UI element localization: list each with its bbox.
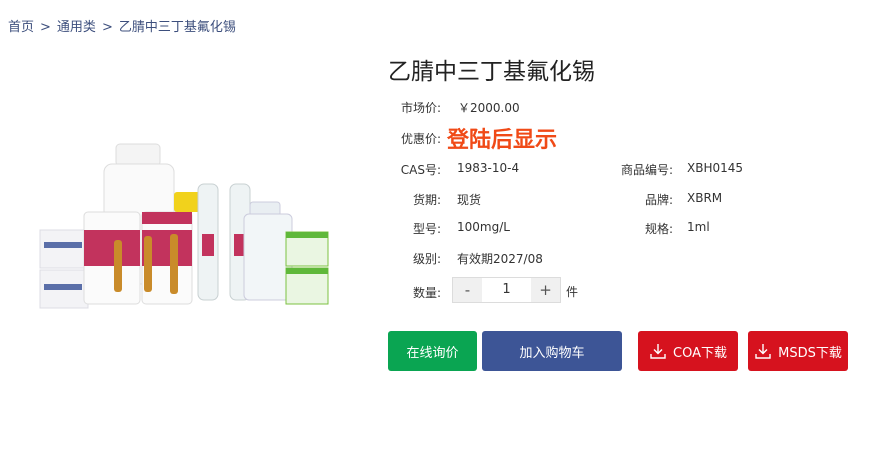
- product-image: [39, 143, 329, 309]
- item-no-value: XBH0145: [687, 161, 744, 175]
- brand-label: 品牌:: [644, 193, 673, 207]
- item-no-label: 商品编号:: [620, 163, 673, 177]
- breadcrumb-separator: >: [101, 20, 113, 35]
- inquiry-button-label: 在线询价: [406, 345, 459, 361]
- quantity-unit: 件: [566, 285, 579, 299]
- grade-value: 有效期2027/08: [457, 252, 543, 266]
- msds-download-button[interactable]: MSDS下载: [748, 331, 848, 371]
- breadcrumb: 首页 > 通用类 > 乙腈中三丁基氟化锡: [8, 16, 236, 35]
- product-title: 乙腈中三丁基氟化锡: [388, 59, 595, 85]
- promo-price-label: 优惠价:: [400, 132, 441, 146]
- model-label: 型号:: [412, 222, 441, 236]
- inquiry-button[interactable]: 在线询价: [388, 331, 477, 371]
- model-value: 100mg/L: [457, 220, 510, 234]
- quantity-input[interactable]: 1: [482, 278, 531, 302]
- quantity-decrease-button[interactable]: -: [453, 278, 482, 302]
- quantity-label: 数量:: [412, 286, 441, 300]
- breadcrumb-current: 乙腈中三丁基氟化锡: [118, 20, 236, 35]
- breadcrumb-separator: >: [40, 20, 51, 35]
- coa-download-label: COA下载: [673, 345, 727, 361]
- stock-value: 现货: [457, 193, 482, 207]
- coa-download-button[interactable]: COA下载: [638, 331, 738, 371]
- promo-price[interactable]: 登陆后显示: [447, 122, 557, 154]
- msds-download-label: MSDS下载: [778, 345, 842, 361]
- cas-value: 1983-10-4: [457, 161, 520, 175]
- add-to-cart-button-label: 加入购物车: [519, 345, 585, 361]
- brand-value: XBRM: [687, 191, 723, 205]
- download-icon: [650, 344, 666, 359]
- download-icon: [755, 344, 771, 359]
- market-price: ￥2000.00: [458, 101, 520, 115]
- stock-label: 货期:: [412, 193, 441, 207]
- spec-label: 规格:: [644, 222, 673, 236]
- cas-label: CAS号:: [400, 163, 441, 177]
- spec-value: 1ml: [687, 220, 710, 234]
- quantity-stepper: - 1 +: [452, 277, 561, 303]
- grade-label: 级别:: [412, 252, 441, 266]
- quantity-increase-button[interactable]: +: [531, 278, 560, 302]
- add-to-cart-button[interactable]: 加入购物车: [482, 331, 622, 371]
- breadcrumb-home-link[interactable]: 首页: [8, 20, 34, 35]
- market-price-label: 市场价:: [400, 101, 441, 115]
- breadcrumb-category-link[interactable]: 通用类: [57, 20, 96, 35]
